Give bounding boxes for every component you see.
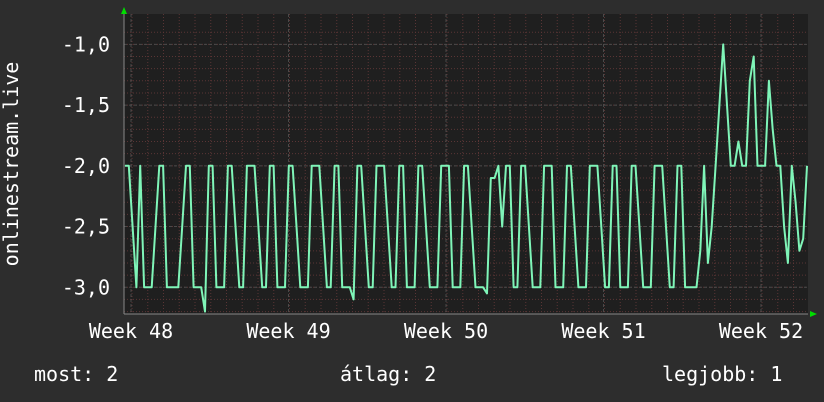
y-axis-arrow: [121, 7, 127, 14]
x-axis-ticks: Week 48 Week 49 Week 50 Week 51 Week 52: [89, 319, 803, 343]
x-tick-label: Week 48: [89, 319, 173, 343]
y-tick-label: -1,5: [62, 93, 110, 117]
y-tick-label: -2,0: [62, 154, 110, 178]
line-chart: -1,0-1,5-2,0-2,5-3,0 Week 48 Week 49 Week …: [0, 7, 817, 343]
y-tick-label: -3,0: [62, 275, 110, 299]
x-tick-label: Week 50: [404, 319, 488, 343]
y-tick-label: -2,5: [62, 215, 110, 239]
average-value: átlag: 2: [340, 362, 437, 386]
x-tick-label: Week 51: [561, 319, 645, 343]
x-tick-label: Week 49: [246, 319, 330, 343]
y-axis-label: onlinestream.live: [0, 62, 23, 267]
y-axis-ticks: -1,0 -1,5 -2,0 -2,5 -3,0: [62, 32, 110, 299]
best-value: legjobb: 1: [662, 362, 783, 386]
current-value: most: 2: [34, 362, 119, 386]
x-tick-label: Week 52: [719, 319, 803, 343]
y-tick-label: -1,0: [62, 32, 110, 56]
x-axis-arrow: [810, 311, 817, 317]
